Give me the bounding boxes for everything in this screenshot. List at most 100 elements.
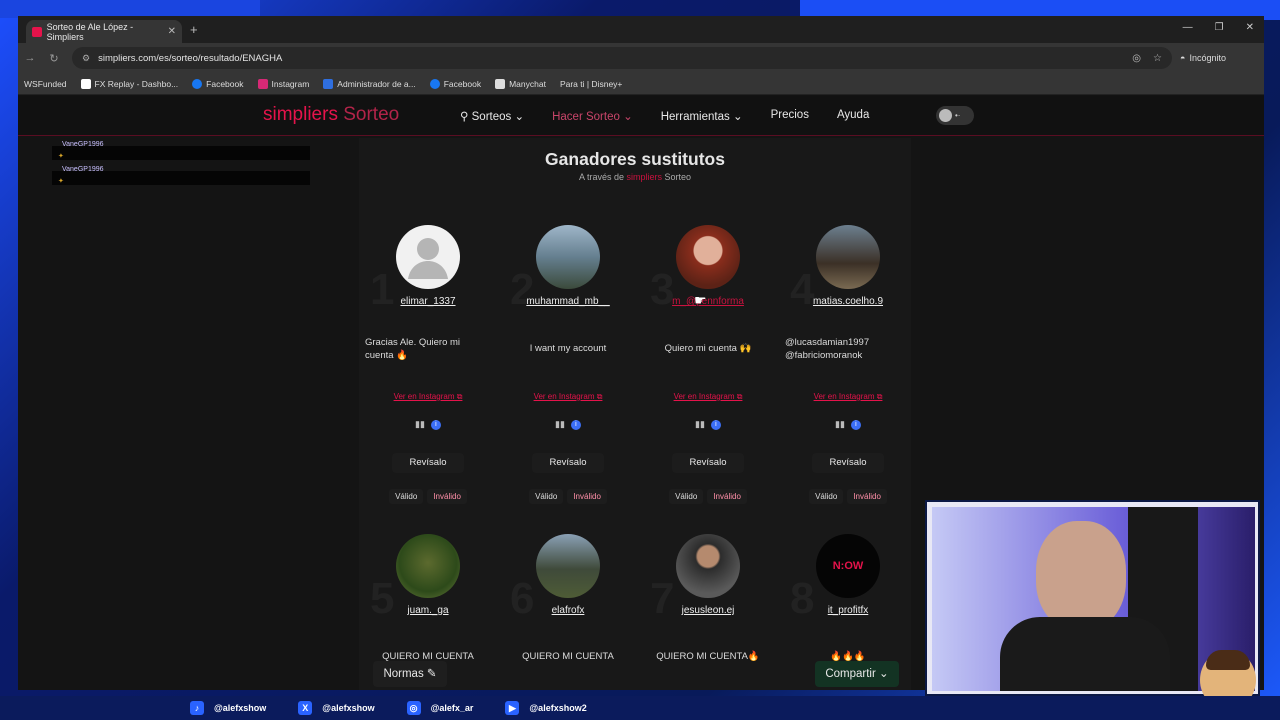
winner-username[interactable]: elimar_1337 — [358, 296, 498, 307]
bookmark-item[interactable]: Para ti | Disney+ — [560, 79, 622, 89]
valid-button[interactable]: Válido — [529, 489, 564, 504]
panel-footer: Normas ✎ Compartir ⌄ — [359, 661, 911, 690]
menu-herramientas[interactable]: Herramientas ⌄ — [661, 109, 743, 123]
reload-icon[interactable]: ↻ — [42, 52, 66, 65]
stats: ▮▮ i — [778, 419, 918, 430]
revisalo-button[interactable]: Revísalo — [672, 453, 744, 473]
search-icon: ⚲ — [460, 111, 472, 123]
invalid-button[interactable]: Inválido — [847, 489, 887, 504]
chevron-down-icon: ⌄ — [879, 668, 889, 680]
streamer-body — [1000, 617, 1170, 691]
winner-card: 7 jesusleon.ej QUIERO MI CUENTA🔥 — [638, 534, 778, 674]
youtube-icon: ▶ — [505, 701, 520, 715]
info-icon[interactable]: i — [570, 419, 581, 430]
new-tab-icon[interactable]: + — [190, 22, 198, 37]
bookmark-item[interactable]: FX Replay - Dashbo... — [80, 78, 178, 89]
avatar[interactable] — [676, 534, 740, 598]
rank-number: 7 — [650, 574, 675, 623]
bookmark-item[interactable]: Administrador de a... — [323, 78, 416, 89]
info-icon[interactable]: i — [850, 419, 861, 430]
bar-chart-icon: ▮▮ — [695, 419, 705, 429]
incognito-indicator[interactable]: ◓ Incógnito — [1180, 53, 1226, 63]
social-handles-bar: ♪ @alefxshow X @alefxshow ◎ @alefx_ar ▶ @ale… — [0, 696, 1280, 720]
winner-username[interactable]: m_@pennforma — [638, 296, 778, 307]
mascot-hair — [1206, 650, 1250, 670]
winner-username[interactable]: matias.coelho.9 — [778, 296, 918, 307]
menu-sorteos[interactable]: ⚲ Sorteos ⌄ — [460, 109, 524, 123]
stats: ▮▮ i — [638, 419, 778, 430]
browser-tab[interactable]: Sorteo de Ale López - Simpliers ✕ — [26, 20, 182, 43]
info-icon[interactable]: i — [710, 419, 721, 430]
avatar[interactable] — [536, 225, 600, 289]
validation-buttons: Válido Inválido — [498, 489, 638, 504]
revisalo-button[interactable]: Revísalo — [812, 453, 884, 473]
eye-off-icon[interactable]: ◎ — [1132, 53, 1141, 64]
instagram-link[interactable]: Ver en Instagram ⧉ — [358, 392, 498, 402]
bookmark-item[interactable]: Facebook — [192, 78, 244, 89]
bookmark-item[interactable]: Facebook — [429, 78, 481, 89]
validation-buttons: Válido Inválido — [778, 489, 918, 504]
theme-toggle[interactable]: •· — [936, 106, 974, 125]
winners-panel: Ganadores sustitutos A través de simplie… — [359, 138, 911, 690]
winner-username[interactable]: muhammad_mb__ — [498, 296, 638, 307]
minimize-icon[interactable]: — — [1183, 22, 1193, 33]
avatar[interactable] — [396, 225, 460, 289]
incognito-label: Incógnito — [1189, 53, 1226, 63]
winner-comment: I want my account — [529, 343, 607, 355]
bookmark-item[interactable]: Instagram — [257, 78, 309, 89]
site-info-icon[interactable]: ⚙ — [82, 53, 90, 64]
instagram-link[interactable]: Ver en Instagram ⧉ — [638, 392, 778, 402]
site-logo[interactable]: simpliers Sorteo — [263, 104, 399, 126]
valid-button[interactable]: Válido — [809, 489, 844, 504]
invalid-button[interactable]: Inválido — [427, 489, 467, 504]
rank-number: 5 — [370, 574, 395, 623]
tiktok-handle: ♪ @alefxshow — [190, 701, 266, 715]
close-tab-icon[interactable]: ✕ — [168, 26, 176, 37]
avatar[interactable] — [816, 225, 880, 289]
avatar[interactable] — [536, 534, 600, 598]
normas-button[interactable]: Normas ✎ — [373, 661, 447, 687]
address-bar-row: → ↻ ⚙ simpliers.com/es/sorteo/resultado/… — [18, 43, 1264, 73]
share-button[interactable]: Compartir ⌄ — [815, 661, 899, 687]
badge-icon: ✦ — [58, 178, 64, 185]
instagram-icon — [257, 78, 268, 89]
bookmark-star-icon[interactable]: ☆ — [1153, 53, 1162, 64]
winner-comment: Gracias Ale. Quiero mi cuenta 🔥 — [365, 336, 461, 361]
site-menu: ⚲ Sorteos ⌄ Hacer Sorteo ⌄ Herramientas … — [460, 109, 869, 123]
panel-subtitle: A través de simpliers Sorteo — [578, 172, 692, 182]
winner-username[interactable]: jesusleon.ej — [638, 605, 778, 616]
toggle-knob — [939, 109, 952, 122]
bookmark-item[interactable]: WSFunded — [24, 79, 67, 89]
bookmark-item[interactable]: Manychat — [495, 78, 546, 89]
menu-ayuda[interactable]: Ayuda — [837, 109, 869, 123]
info-icon[interactable]: i — [430, 419, 441, 430]
revisalo-button[interactable]: Revísalo — [392, 453, 464, 473]
url-text: simpliers.com/es/sorteo/resultado/ENAGHA — [98, 52, 283, 64]
valid-button[interactable]: Válido — [389, 489, 424, 504]
winner-username[interactable]: juam._ga — [358, 605, 498, 616]
winner-username[interactable]: it_profitfx — [778, 605, 918, 616]
close-window-icon[interactable]: ✕ — [1246, 22, 1254, 33]
menu-hacer-sorteo[interactable]: Hacer Sorteo ⌄ — [552, 109, 633, 123]
winner-card: 1 elimar_1337 Gracias Ale. Quiero mi cue… — [358, 225, 498, 525]
invalid-button[interactable]: Inválido — [567, 489, 607, 504]
rank-number: 4 — [790, 265, 815, 314]
forward-icon[interactable]: → — [18, 52, 42, 64]
avatar[interactable]: N:OW — [816, 534, 880, 598]
tiktok-icon: ♪ — [190, 701, 204, 715]
restore-icon[interactable]: ❐ — [1215, 22, 1224, 33]
bookmarks-bar: WSFunded FX Replay - Dashbo... Facebook … — [18, 73, 1264, 95]
valid-button[interactable]: Válido — [669, 489, 704, 504]
stats: ▮▮ i — [498, 419, 638, 430]
revisalo-button[interactable]: Revísalo — [532, 453, 604, 473]
avatar[interactable] — [676, 225, 740, 289]
winner-username[interactable]: elafrofx — [498, 605, 638, 616]
url-field[interactable]: ⚙ simpliers.com/es/sorteo/resultado/ENAG… — [72, 47, 1172, 69]
avatar[interactable] — [396, 534, 460, 598]
menu-precios[interactable]: Precios — [771, 109, 809, 123]
instagram-link[interactable]: Ver en Instagram ⧉ — [498, 392, 638, 402]
participants-sidebar: VaneGP1996 ✦ VaneGP1996 ✦ — [52, 141, 310, 196]
instagram-link[interactable]: Ver en Instagram ⧉ — [778, 392, 918, 402]
invalid-button[interactable]: Inválido — [707, 489, 747, 504]
winner-card: 6 elafrofx QUIERO MI CUENTA — [498, 534, 638, 674]
